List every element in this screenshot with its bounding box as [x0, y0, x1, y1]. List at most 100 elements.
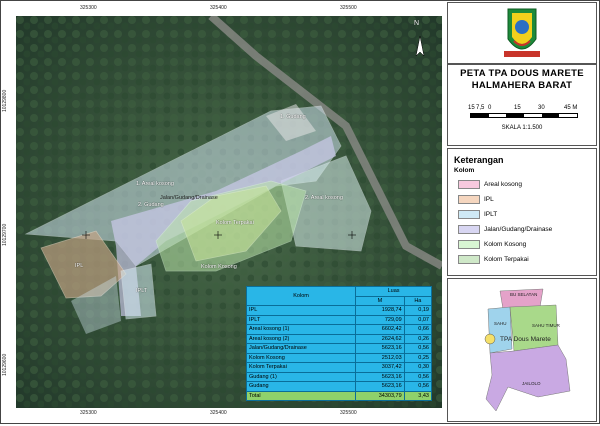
- scale-bar: [470, 113, 578, 118]
- row-name: Areal kosong (2): [245, 333, 357, 344]
- legend-item: Kolom Terpakai: [458, 252, 596, 267]
- row-m: 5623,16: [355, 381, 405, 392]
- inset-label-sahu: SAHU: [494, 321, 507, 326]
- legend-swatch: [458, 210, 480, 219]
- legend-swatch: [458, 225, 480, 234]
- row-name: IPLT: [245, 314, 357, 325]
- tick-x-3: 325500: [340, 5, 357, 11]
- legend-label: Areal kosong: [484, 181, 522, 188]
- legend-label: IPLT: [484, 211, 498, 218]
- legend-item: Kolom Kosong: [458, 237, 596, 252]
- header-luas: Luas: [355, 286, 432, 297]
- header-kolom: Kolom: [245, 286, 357, 306]
- area-table: Kolom Luas M Ha IPL 1928,74 0,19 IPLT 729,0…: [245, 286, 433, 401]
- legend-swatch: [458, 195, 480, 204]
- row-name: IPL: [245, 305, 357, 316]
- label-jalan: Jalan/Gudang/Drainase: [160, 195, 218, 201]
- table-row: Kolom Terpakai 3037,42 0,30: [245, 362, 433, 373]
- inset-label-bu-selatan: BU SELATAN: [510, 292, 538, 297]
- inset-point-label: TPA Dous Marete: [500, 336, 551, 343]
- table-header-row: Kolom Luas: [245, 286, 432, 306]
- row-name: Gudang: [245, 381, 357, 392]
- row-ha: 0,56: [403, 343, 433, 354]
- table-row: Gudang 5623,16 0,56: [245, 381, 433, 392]
- header-m: M: [355, 295, 405, 306]
- row-m: 1928,74: [355, 305, 405, 316]
- row-name: Gudang (1): [245, 371, 357, 382]
- table-total-row: Total 34303,79 3,43: [245, 390, 433, 401]
- legend-swatch: [458, 240, 480, 249]
- title-panel: PETA TPA DOUS MARETE HALMAHERA BARAT 15 …: [447, 64, 597, 146]
- tick-x-2-bottom: 325400: [210, 410, 227, 416]
- emblem-logo: [504, 8, 540, 57]
- row-m: 6602,42: [355, 324, 405, 335]
- row-ha: 0,56: [403, 371, 433, 382]
- scale-labels: 15 7,5 0 15 30 45 M: [468, 105, 588, 113]
- total-name: Total: [245, 390, 357, 401]
- title-line-1: PETA TPA DOUS MARETE: [460, 68, 584, 79]
- scale-ratio: SKALA 1:1.500: [501, 125, 543, 131]
- inset-panel: BU SELATAN SAHU SAHU TIMUR JAILOLO TPA D…: [447, 278, 597, 422]
- tick-x-2: 325400: [210, 5, 227, 11]
- inset-label-jailolo: JAILOLO: [522, 381, 541, 386]
- inset-label-sahu-timur: SAHU TIMUR: [532, 323, 560, 328]
- scale-tick-1: 7,5: [476, 105, 485, 111]
- legend-panel: Keterangan Kolom Areal kosong IPL IPLT J…: [447, 148, 597, 276]
- row-m: 729,09: [355, 314, 405, 325]
- legend-label: Jalan/Gudang/Drainase: [484, 226, 553, 233]
- row-m: 5623,16: [355, 371, 405, 382]
- legend-title: Keterangan: [454, 155, 504, 165]
- row-name: Areal kosong (1): [245, 324, 357, 335]
- legend-swatch: [458, 180, 480, 189]
- total-ha: 3,43: [403, 390, 433, 401]
- label-kolom-kosong: Kolom Kosong: [201, 264, 237, 270]
- tick-x-1: 325300: [80, 5, 97, 11]
- row-m: 3037,42: [355, 362, 405, 373]
- row-m: 2624,62: [355, 333, 405, 344]
- legend-label: Kolom Terpakai: [484, 256, 529, 263]
- legend-subtitle: Kolom: [454, 167, 475, 174]
- row-ha: 0,66: [403, 324, 433, 335]
- table-row: Areal kosong (1) 6602,42 0,66: [245, 324, 433, 335]
- row-name: Jalan/Gudang/Drainase: [245, 343, 357, 354]
- legend-swatch: [458, 255, 480, 264]
- legend-label: IPL: [484, 196, 494, 203]
- row-m: 5623,16: [355, 343, 405, 354]
- label-iplt: IPLT: [136, 288, 148, 294]
- title-line-2: HALMAHERA BARAT: [471, 80, 573, 91]
- map-title: PETA TPA DOUS MARETE HALMAHERA BARAT: [448, 68, 596, 92]
- legend-item: IPL: [458, 192, 596, 207]
- scale-tick-4: 30: [538, 105, 545, 111]
- inset-map: [448, 279, 596, 421]
- logo-panel: [447, 2, 597, 64]
- row-ha: 0,26: [403, 333, 433, 344]
- total-m: 34303,79: [355, 390, 405, 401]
- row-m: 2512,03: [355, 352, 405, 363]
- tick-y-2: 10129700: [2, 223, 8, 246]
- row-ha: 0,19: [403, 305, 433, 316]
- row-ha: 0,25: [403, 352, 433, 363]
- label-ipl: IPL: [75, 263, 84, 269]
- scale-tick-3: 15: [514, 105, 521, 111]
- legend-item: IPLT: [458, 207, 596, 222]
- legend-label: Kolom Kosong: [484, 241, 527, 248]
- row-name: Kolom Kosong: [245, 352, 357, 363]
- legend-item: Jalan/Gudang/Drainase: [458, 222, 596, 237]
- tick-x-1-bottom: 325300: [80, 410, 97, 416]
- row-ha: 0,30: [403, 362, 433, 373]
- row-ha: 0,07: [403, 314, 433, 325]
- row-name: Kolom Terpakai: [245, 362, 357, 373]
- tick-y-3: 10129600: [2, 353, 8, 376]
- scale-tick-5: 45 M: [564, 105, 578, 111]
- inset-location-marker: [484, 333, 496, 345]
- label-areal-kosong-2: 2. Areal kosong: [305, 195, 343, 201]
- scale-tick-0: 15: [468, 105, 475, 111]
- label-gudang-2: 2. Gudang: [138, 202, 164, 208]
- table-row: Kolom Kosong 2512,03 0,25: [245, 352, 433, 363]
- tick-x-3-bottom: 325500: [340, 410, 357, 416]
- label-kolom-terpakai: Kolom Terpakai: [216, 220, 254, 226]
- label-areal-kosong-1: 1. Areal kosong: [136, 181, 174, 187]
- table-row: IPL 1928,74 0,19: [245, 305, 433, 316]
- header-ha: Ha: [403, 295, 433, 306]
- row-ha: 0,56: [403, 381, 433, 392]
